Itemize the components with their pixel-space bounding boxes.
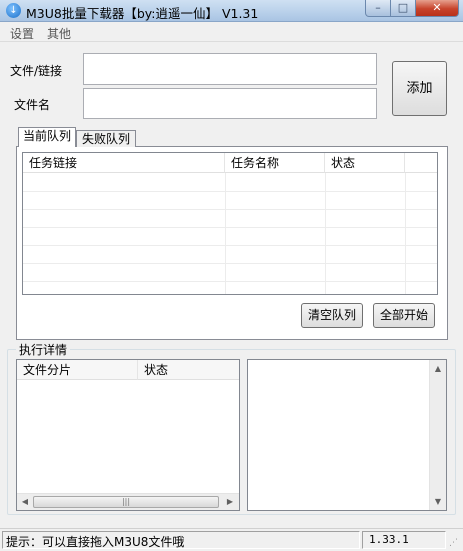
menu-other[interactable]: 其他 <box>47 25 71 42</box>
queue-table[interactable]: 任务链接 任务名称 状态 <box>22 152 438 295</box>
scroll-thumb[interactable]: ||| <box>33 496 219 508</box>
close-button[interactable]: ✕ <box>415 0 459 17</box>
scroll-up-icon[interactable]: ▲ <box>430 361 446 376</box>
queue-col-filler <box>405 153 437 173</box>
grid-line <box>23 281 437 282</box>
grid-line <box>23 227 437 228</box>
add-button[interactable]: 添加 <box>392 61 447 116</box>
segments-list[interactable]: 文件分片 状态 ◀ ||| ▶ <box>16 359 240 511</box>
menu-settings[interactable]: 设置 <box>10 25 34 42</box>
download-arrow-icon: ↓ <box>6 3 21 18</box>
details-group-title: 执行详情 <box>16 341 71 358</box>
menu-bar: 设置 其他 <box>0 22 463 42</box>
window-title: M3U8批量下载器【by:逍遥一仙】 V1.31 <box>26 6 259 21</box>
grid-line <box>23 263 437 264</box>
tab-current-queue[interactable]: 当前队列 <box>18 127 76 147</box>
tab-failed-queue[interactable]: 失败队列 <box>76 130 136 147</box>
grid-line <box>23 191 437 192</box>
segments-col-file[interactable]: 文件分片 <box>17 360 138 380</box>
status-version-pane: 1.33.1 <box>362 531 446 549</box>
file-link-input[interactable] <box>83 53 377 85</box>
grid-line <box>23 245 437 246</box>
status-bar: 提示：可以直接拖入M3U8文件哦 1.33.1 ⋰ <box>0 528 463 551</box>
log-textbox[interactable]: ▲ ▼ <box>247 359 447 511</box>
log-vscrollbar[interactable]: ▲ ▼ <box>429 360 446 510</box>
scroll-left-icon[interactable]: ◀ <box>19 494 31 509</box>
clear-queue-button[interactable]: 清空队列 <box>301 303 363 328</box>
file-name-label: 文件名 <box>14 98 51 112</box>
status-version: 1.33.1 <box>369 533 409 546</box>
minimize-button[interactable]: – <box>365 0 391 17</box>
queue-col-name[interactable]: 任务名称 <box>225 153 325 173</box>
file-link-label: 文件/链接 <box>10 64 63 78</box>
grid-line <box>23 209 437 210</box>
maximize-button[interactable]: □ <box>390 0 416 17</box>
scroll-right-icon[interactable]: ▶ <box>224 494 236 509</box>
title-bar[interactable]: ↓ M3U8批量下载器【by:逍遥一仙】 V1.31 – □ ✕ <box>0 0 463 22</box>
start-all-button[interactable]: 全部开始 <box>373 303 435 328</box>
status-hint: 提示：可以直接拖入M3U8文件哦 <box>6 535 185 549</box>
scroll-down-icon[interactable]: ▼ <box>430 494 446 509</box>
file-name-input[interactable] <box>83 88 377 119</box>
segments-col-status[interactable]: 状态 <box>138 360 239 380</box>
status-hint-pane: 提示：可以直接拖入M3U8文件哦 <box>2 531 360 549</box>
queue-col-link[interactable]: 任务链接 <box>23 153 225 173</box>
segments-hscrollbar[interactable]: ◀ ||| ▶ <box>17 493 239 510</box>
queue-col-status[interactable]: 状态 <box>325 153 405 173</box>
resize-grip-icon[interactable]: ⋰ <box>449 538 460 549</box>
